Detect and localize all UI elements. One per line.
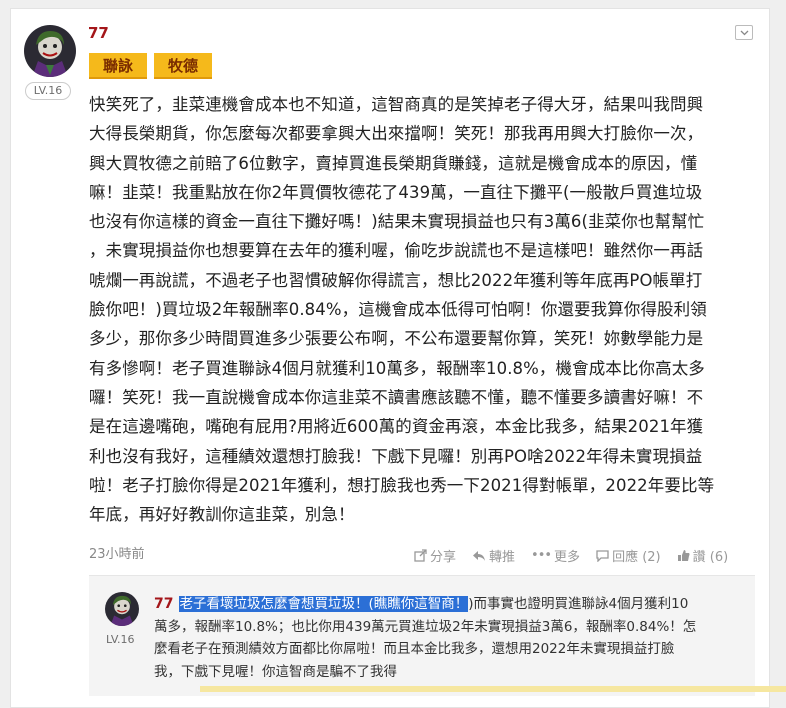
more-label: 更多 <box>554 550 581 565</box>
reply-line: 麼看老子在預測績效方面都比你屌啦！而且本金比我多，還想用2022年未實現損益打臉 <box>154 641 675 657</box>
post-line: 囉！笑死！我一直說機會成本你這韭菜不讀書應該聽不懂，聽不懂要多讀書好嘛！不 <box>89 387 704 407</box>
post-line: 是在這邊嘴砲，嘴砲有屁用?用將近600萬的資金再滾，本金比我多，結果2021年獲 <box>89 417 704 437</box>
post-line: 唬爛一再說謊，不過老子也習慣破解你得謊言，想比2022年獲利等年底再PO帳單打 <box>89 270 703 290</box>
share-button[interactable]: 分享 <box>414 546 456 565</box>
stock-tag[interactable]: 聯詠 <box>89 53 147 79</box>
comment-icon <box>596 549 609 562</box>
post-line: 年底，再好好教訓你這韭菜，別急！ <box>89 505 355 525</box>
reply-box: LV.16 77 老子看壞垃圾怎麼會想買垃圾！(瞧瞧你這智商！)而事實也證明買進聯… <box>89 575 755 696</box>
reply-arrow-icon <box>473 550 486 561</box>
post-line: 嘛！韭菜！我重點放在你2年買價牧德花了439萬，一直往下攤平(一般散戶買進垃圾 <box>89 182 703 202</box>
reply-author[interactable]: 77 <box>154 596 173 612</box>
reply-line: 萬多，報酬率10.8%；也比你用439萬元買進垃圾2年未實現損益3萬6，報酬率0… <box>154 618 697 635</box>
reply-text: 77 老子看壞垃圾怎麼會想買垃圾！(瞧瞧你這智商！)而事實也證明買進聯詠4個月獲利… <box>154 593 744 683</box>
like-button[interactable]: 讚 (6) <box>677 546 729 565</box>
reply-line-rest: )而事實也證明買進聯詠4個月獲利10 <box>468 596 689 612</box>
more-button[interactable]: ••• 更多 <box>531 546 580 565</box>
page-footer-strip <box>200 686 786 692</box>
author-name[interactable]: 77 <box>88 24 109 42</box>
like-label: 讚 (6) <box>692 550 729 565</box>
stock-tag[interactable]: 牧德 <box>154 53 212 79</box>
action-bar: 分享 轉推 ••• 更多 回應 (2) 讚 (6) <box>414 546 744 565</box>
post-time: 23小時前 <box>89 547 145 562</box>
repost-button[interactable]: 轉推 <box>472 546 515 565</box>
post-body: 快笑死了，韭菜連機會成本也不知道，這智商真的是笑掉老子得大牙，結果叫我問興 大得… <box>89 90 761 529</box>
post-line: 利也沒有我好，這種績效還想打臉我！下戲下見囉！別再PO啥2022年得未實現損益 <box>89 446 703 466</box>
reply-label: 回應 (2) <box>612 550 661 565</box>
reply-avatar[interactable] <box>105 592 139 626</box>
reply-line: 77 老子看壞垃圾怎麼會想買垃圾！(瞧瞧你這智商！)而事實也證明買進聯詠4個月獲利… <box>154 593 744 616</box>
post-line: 也沒有你這樣的資金一直往下攤好嗎！)結果未實現損益也只有3萬6(韭菜你也幫幫忙 <box>89 212 705 232</box>
post-line: 多少，那你多少時間買進多少張要公布啊，不公布還要幫你算，笑死！妳數學能力是 <box>89 329 704 349</box>
post-line: ，未實現損益你也想要算在去年的獲利喔，偷吃步說謊也不是這樣吧！雖然你一再話 <box>89 241 704 261</box>
repost-label: 轉推 <box>489 550 516 565</box>
post-line: 大得長榮期貨，你怎麼每次都要拿興大出來擋啊！笑死！那我再用興大打臉你一次， <box>89 124 704 144</box>
post-line: 快笑死了，韭菜連機會成本也不知道，這智商真的是笑掉老子得大牙，結果叫我問興 <box>89 95 704 114</box>
level-badge: LV.16 <box>25 82 71 100</box>
post-line: 有多慘啊！老子買進聯詠4個月就獲利10萬多，報酬率10.8%，機會成本比你高太多 <box>89 358 705 378</box>
chevron-down-icon[interactable] <box>735 25 753 40</box>
share-icon <box>414 549 427 562</box>
reply-button[interactable]: 回應 (2) <box>596 546 661 565</box>
reply-highlight: 老子看壞垃圾怎麼會想買垃圾！(瞧瞧你這智商！ <box>179 596 469 612</box>
more-icon: ••• <box>531 548 552 563</box>
post-line: 興大買牧德之前賠了6位數字，賣掉買進長榮期貨賺錢，這就是機會成本的原因，懂 <box>89 153 698 173</box>
avatar[interactable] <box>24 25 76 77</box>
thumbs-up-icon <box>677 550 690 561</box>
post-line: 啦！老子打臉你得是2021年獲利，想打臉我也秀一下2021得對帳單，2022年要… <box>89 475 715 495</box>
share-label: 分享 <box>430 550 457 565</box>
post-line: 臉你吧！)買垃圾2年報酬率0.84%，這機會成本低得可怕啊！你還要我算你得股利領 <box>89 300 707 320</box>
reply-level: LV.16 <box>106 633 135 646</box>
reply-line: 我，下戲下見喔！你這智商是騙不了我得 <box>154 663 397 680</box>
